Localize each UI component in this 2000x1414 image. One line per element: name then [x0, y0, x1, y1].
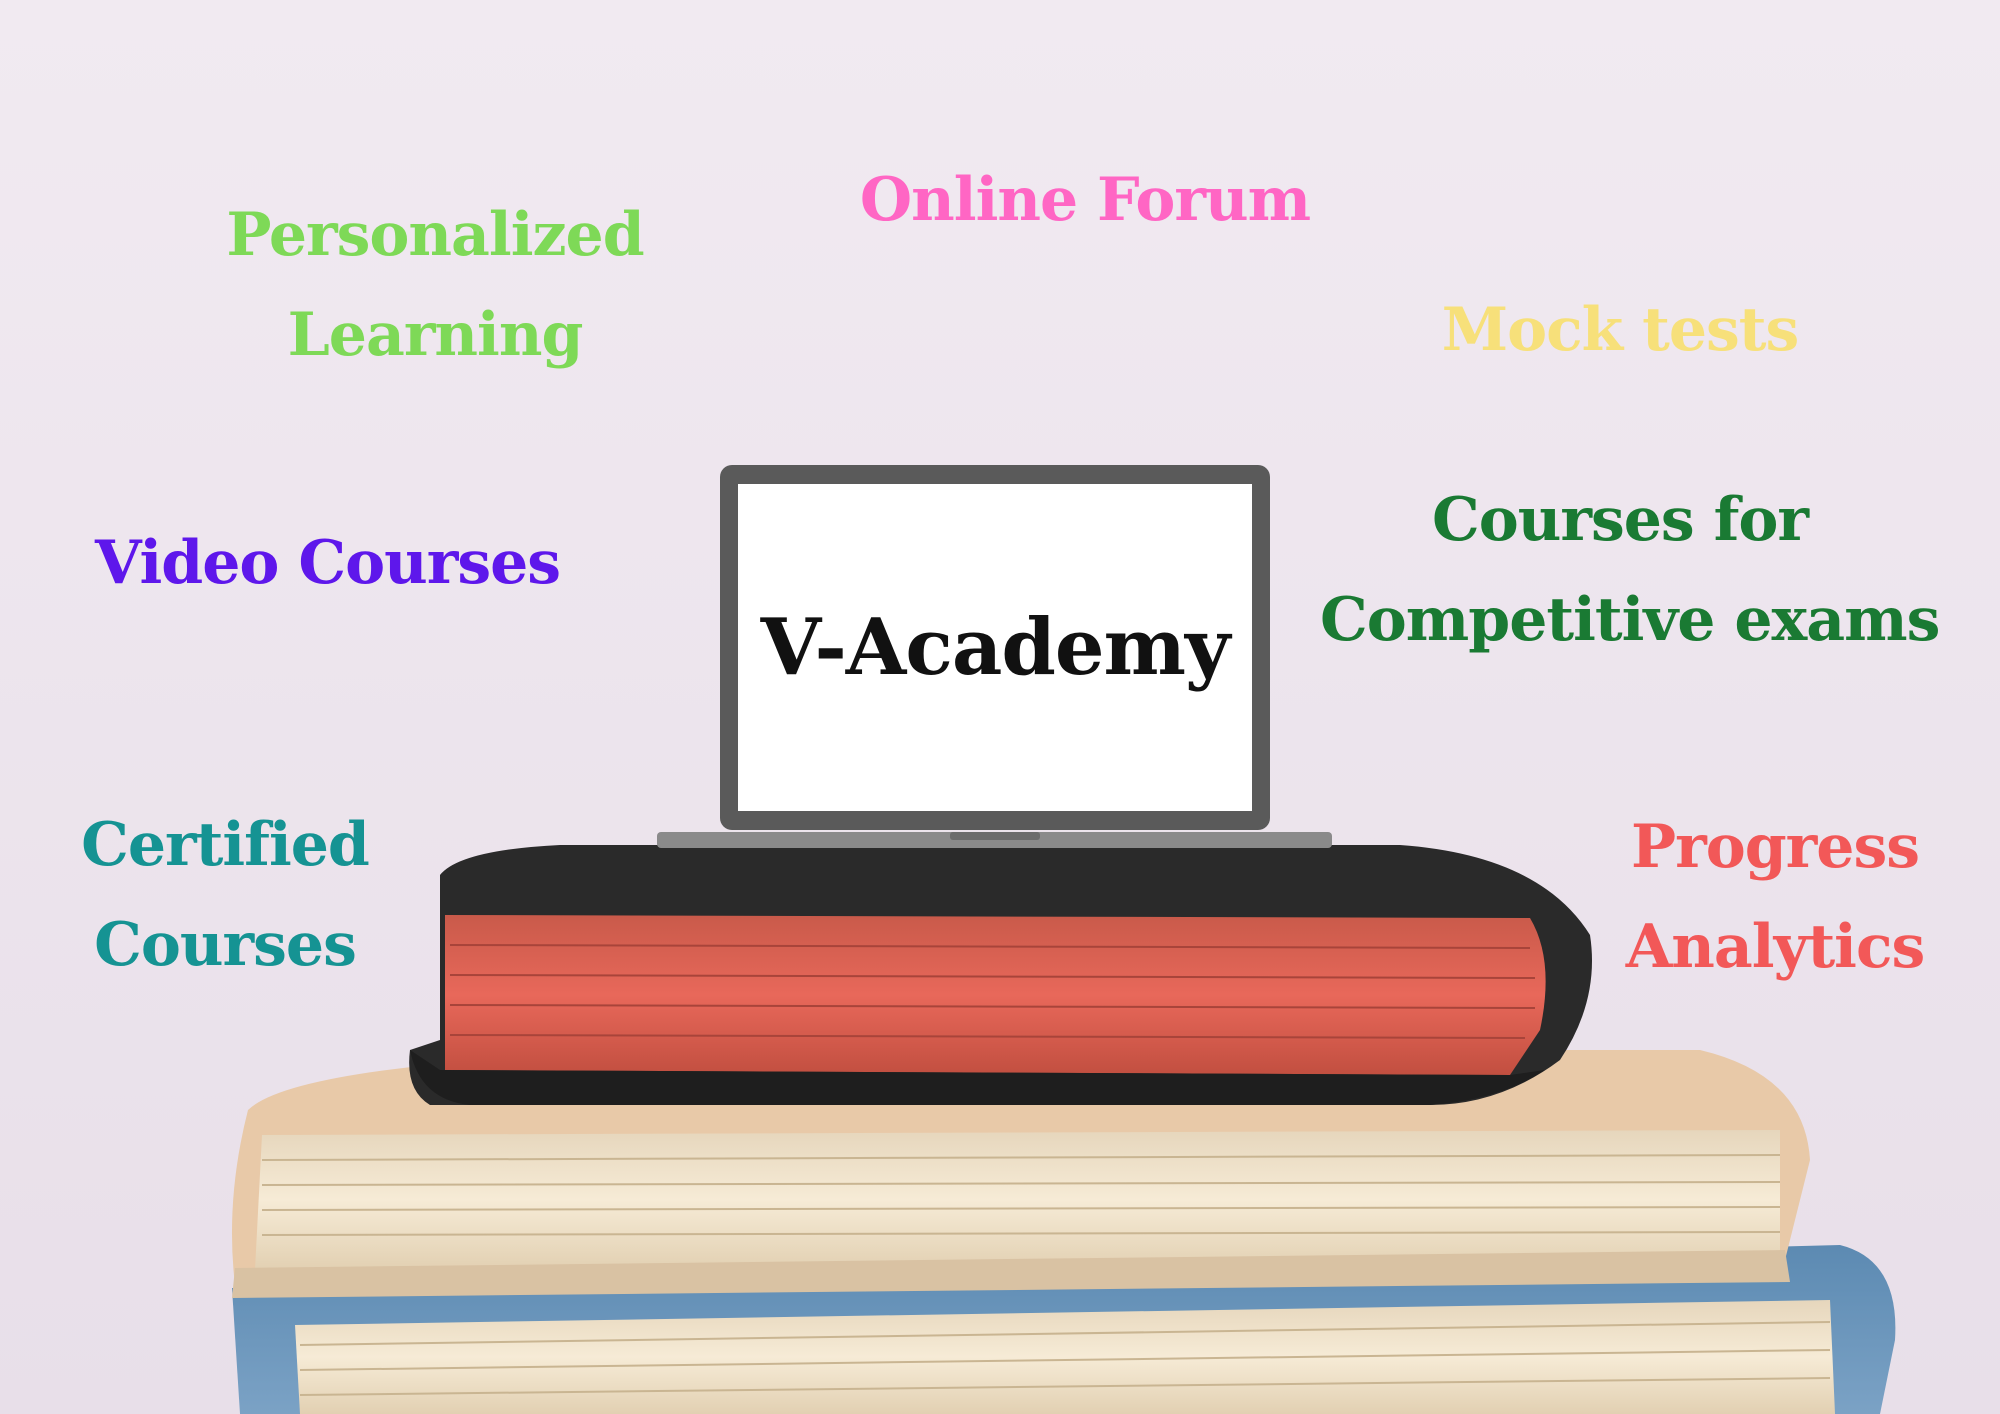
- black-red-book: [409, 845, 1593, 1105]
- feature-competitive-exams: Courses for Competitive exams: [1320, 470, 1940, 670]
- feature-line: Competitive exams: [1320, 585, 1940, 655]
- feature-line: Courses: [94, 910, 357, 980]
- feature-personalized-learning: Personalized Learning: [225, 185, 645, 385]
- feature-line: Online Forum: [859, 165, 1311, 235]
- feature-certified-courses: Certified Courses: [80, 795, 370, 995]
- feature-line: Courses for: [1431, 485, 1809, 555]
- feature-video-courses: Video Courses: [95, 513, 561, 613]
- feature-mock-tests: Mock tests: [1440, 280, 1800, 380]
- feature-online-forum: Online Forum: [850, 150, 1320, 250]
- feature-line: Certified: [81, 810, 370, 880]
- laptop-screen-title: V-Academy: [760, 602, 1231, 693]
- feature-line: Learning: [287, 300, 584, 370]
- feature-line: Video Courses: [95, 528, 561, 598]
- feature-line: Analytics: [1625, 912, 1926, 982]
- feature-progress-analytics: Progress Analytics: [1620, 797, 1930, 997]
- feature-line: Personalized: [226, 200, 644, 270]
- feature-line: Progress: [1630, 812, 1920, 882]
- feature-line: Mock tests: [1441, 295, 1800, 365]
